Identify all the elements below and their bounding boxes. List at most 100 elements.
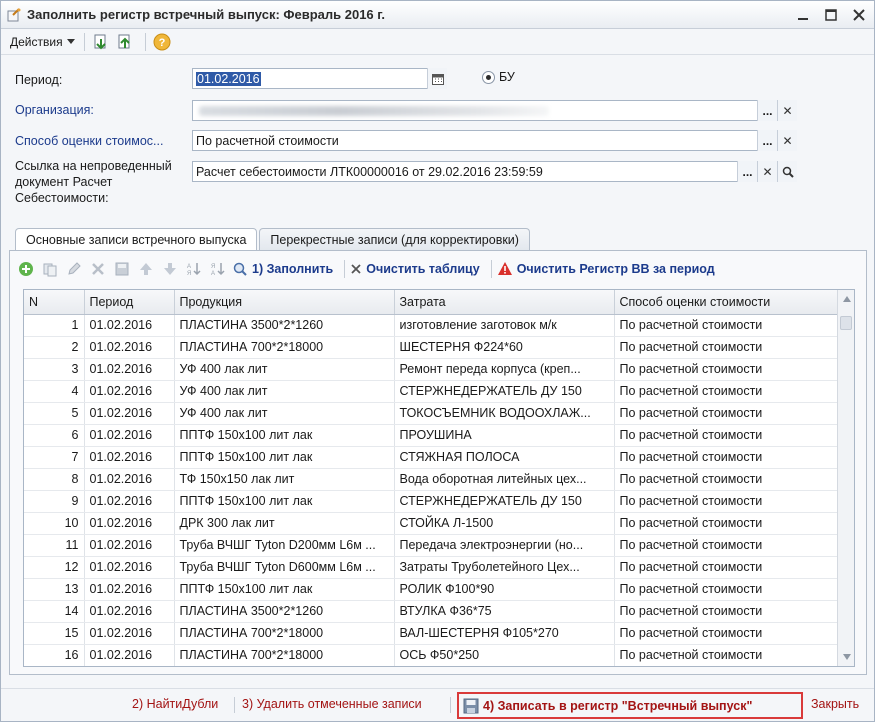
table-row[interactable]: 15 01.02.2016 ПЛАСТИНА 700*2*18000 ВАЛ-ШЕСТ… xyxy=(24,622,839,645)
vertical-scrollbar[interactable] xyxy=(837,290,854,666)
minimize-button[interactable] xyxy=(794,6,812,24)
row-product-cell[interactable]: ПЛАСТИНА 700*2*18000 xyxy=(174,644,395,666)
row-method-cell[interactable]: По расчетной стоимости xyxy=(614,336,839,359)
copy-row-icon[interactable] xyxy=(40,259,60,279)
row-method-cell[interactable]: По расчетной стоимости xyxy=(614,380,839,403)
row-number-cell[interactable]: 16 xyxy=(24,644,85,666)
row-method-cell[interactable]: По расчетной стоимости xyxy=(614,424,839,447)
download-icon[interactable] xyxy=(91,32,111,52)
table-row[interactable]: 1 01.02.2016 ПЛАСТИНА 3500*2*1260 изготовле… xyxy=(24,314,839,337)
row-product-cell[interactable]: ПЛАСТИНА 3500*2*1260 xyxy=(174,600,395,623)
row-period-cell[interactable]: 01.02.2016 xyxy=(84,446,175,469)
row-number-cell[interactable]: 15 xyxy=(24,622,85,645)
row-cost-cell[interactable]: СТОЙКА Л-1500 xyxy=(394,512,615,535)
select-button[interactable]: ... xyxy=(737,161,757,182)
organization-field[interactable]: ... ✕ xyxy=(192,100,797,121)
clear-table-button[interactable]: Очистить таблицу xyxy=(350,262,480,276)
valuation-method-label[interactable]: Способ оценки стоимос... xyxy=(15,134,163,148)
row-product-cell[interactable]: Труба ВЧШГ Tyton D600мм L6м ... xyxy=(174,556,395,579)
scroll-up-icon[interactable] xyxy=(838,290,854,308)
row-period-cell[interactable]: 01.02.2016 xyxy=(84,358,175,381)
row-cost-cell[interactable]: Ремонт переда корпуса (креп... xyxy=(394,358,615,381)
row-number-cell[interactable]: 4 xyxy=(24,380,85,403)
table-row[interactable]: 2 01.02.2016 ПЛАСТИНА 700*2*18000 ШЕСТЕРНЯ … xyxy=(24,336,839,359)
row-cost-cell[interactable]: Затраты Труболетейного Цех... xyxy=(394,556,615,579)
table-row[interactable]: 12 01.02.2016 Труба ВЧШГ Tyton D600мм L6м … xyxy=(24,556,839,579)
close-window-button[interactable] xyxy=(850,6,868,24)
row-product-cell[interactable]: ПЛАСТИНА 3500*2*1260 xyxy=(174,314,395,337)
row-period-cell[interactable]: 01.02.2016 xyxy=(84,380,175,403)
column-header-method[interactable]: Способ оценки стоимости xyxy=(614,290,839,315)
table-row[interactable]: 9 01.02.2016 ППТФ 150х100 лит лак СТЕРЖНЕДЕ… xyxy=(24,490,839,513)
row-product-cell[interactable]: ДРК 300 лак лит xyxy=(174,512,395,535)
help-icon[interactable]: ? xyxy=(152,32,172,52)
open-search-icon[interactable] xyxy=(777,161,797,182)
table-row[interactable]: 11 01.02.2016 Труба ВЧШГ Tyton D200мм L6м … xyxy=(24,534,839,557)
table-row[interactable]: 4 01.02.2016 УФ 400 лак лит СТЕРЖНЕДЕРЖАТЕЛ… xyxy=(24,380,839,403)
row-number-cell[interactable]: 14 xyxy=(24,600,85,623)
row-number-cell[interactable]: 2 xyxy=(24,336,85,359)
scroll-down-icon[interactable] xyxy=(838,648,854,666)
row-period-cell[interactable]: 01.02.2016 xyxy=(84,600,175,623)
cost-doc-field[interactable]: Расчет себестоимости ЛТК00000016 от 29.0… xyxy=(192,161,797,182)
column-header-product[interactable]: Продукция xyxy=(174,290,395,315)
select-button[interactable]: ... xyxy=(757,100,777,121)
column-header-n[interactable]: N xyxy=(24,290,85,315)
save-icon[interactable] xyxy=(112,259,132,279)
table-row[interactable]: 7 01.02.2016 ППТФ 150х100 лит лак СТЯЖНАЯ П… xyxy=(24,446,839,469)
row-period-cell[interactable]: 01.02.2016 xyxy=(84,534,175,557)
row-number-cell[interactable]: 7 xyxy=(24,446,85,469)
delete-marked-button[interactable]: 3) Удалить отмеченные записи xyxy=(242,697,422,711)
row-product-cell[interactable]: ПЛАСТИНА 700*2*18000 xyxy=(174,336,395,359)
clear-icon[interactable]: ✕ xyxy=(777,100,797,121)
select-button[interactable]: ... xyxy=(757,130,777,151)
row-method-cell[interactable]: По расчетной стоимости xyxy=(614,578,839,601)
edit-row-icon[interactable] xyxy=(64,259,84,279)
row-period-cell[interactable]: 01.02.2016 xyxy=(84,578,175,601)
move-down-icon[interactable] xyxy=(160,259,180,279)
clear-icon[interactable]: ✕ xyxy=(757,161,777,182)
row-period-cell[interactable]: 01.02.2016 xyxy=(84,556,175,579)
row-cost-cell[interactable]: ВТУЛКА Ф36*75 xyxy=(394,600,615,623)
row-number-cell[interactable]: 6 xyxy=(24,424,85,447)
accounting-radio-bu[interactable]: БУ xyxy=(482,70,515,84)
clear-icon[interactable]: ✕ xyxy=(777,130,797,151)
write-register-button[interactable]: 4) Записать в регистр "Встречный выпуск" xyxy=(457,692,803,719)
row-cost-cell[interactable]: СТЯЖНАЯ ПОЛОСА xyxy=(394,446,615,469)
row-method-cell[interactable]: По расчетной стоимости xyxy=(614,556,839,579)
row-period-cell[interactable]: 01.02.2016 xyxy=(84,622,175,645)
row-cost-cell[interactable]: ТОКОСЪЕМНИК ВОДООХЛАЖ... xyxy=(394,402,615,425)
row-method-cell[interactable]: По расчетной стоимости xyxy=(614,600,839,623)
row-method-cell[interactable]: По расчетной стоимости xyxy=(614,644,839,666)
row-cost-cell[interactable]: СТЕРЖНЕДЕРЖАТЕЛЬ ДУ 150 xyxy=(394,490,615,513)
fill-button[interactable]: 1) Заполнить xyxy=(232,261,333,277)
row-method-cell[interactable]: По расчетной стоимости xyxy=(614,358,839,381)
actions-menu[interactable]: Действия xyxy=(7,33,78,51)
table-row[interactable]: 16 01.02.2016 ПЛАСТИНА 700*2*18000 ОСЬ Ф50*… xyxy=(24,644,839,666)
close-button[interactable]: Закрыть xyxy=(811,697,859,711)
scroll-thumb[interactable] xyxy=(840,316,852,330)
table-row[interactable]: 10 01.02.2016 ДРК 300 лак лит СТОЙКА Л-1500… xyxy=(24,512,839,535)
row-method-cell[interactable]: По расчетной стоимости xyxy=(614,534,839,557)
row-period-cell[interactable]: 01.02.2016 xyxy=(84,644,175,666)
row-period-cell[interactable]: 01.02.2016 xyxy=(84,314,175,337)
row-number-cell[interactable]: 5 xyxy=(24,402,85,425)
row-method-cell[interactable]: По расчетной стоимости xyxy=(614,314,839,337)
row-period-cell[interactable]: 01.02.2016 xyxy=(84,336,175,359)
row-cost-cell[interactable]: ПРОУШИНА xyxy=(394,424,615,447)
row-method-cell[interactable]: По расчетной стоимости xyxy=(614,512,839,535)
row-number-cell[interactable]: 12 xyxy=(24,556,85,579)
row-cost-cell[interactable]: Передача электроэнергии (но... xyxy=(394,534,615,557)
sort-asc-icon[interactable]: AЯ xyxy=(184,259,204,279)
delete-row-icon[interactable] xyxy=(88,259,108,279)
clear-register-button[interactable]: Очистить Регистр ВВ за период xyxy=(497,261,715,277)
row-number-cell[interactable]: 11 xyxy=(24,534,85,557)
row-period-cell[interactable]: 01.02.2016 xyxy=(84,512,175,535)
row-product-cell[interactable]: УФ 400 лак лит xyxy=(174,402,395,425)
row-cost-cell[interactable]: ОСЬ Ф50*250 xyxy=(394,644,615,666)
column-header-cost[interactable]: Затрата xyxy=(394,290,615,315)
row-product-cell[interactable]: ПЛАСТИНА 700*2*18000 xyxy=(174,622,395,645)
row-cost-cell[interactable]: СТЕРЖНЕДЕРЖАТЕЛЬ ДУ 150 xyxy=(394,380,615,403)
row-product-cell[interactable]: Труба ВЧШГ Tyton D200мм L6м ... xyxy=(174,534,395,557)
table-row[interactable]: 14 01.02.2016 ПЛАСТИНА 3500*2*1260 ВТУЛКА Ф… xyxy=(24,600,839,623)
